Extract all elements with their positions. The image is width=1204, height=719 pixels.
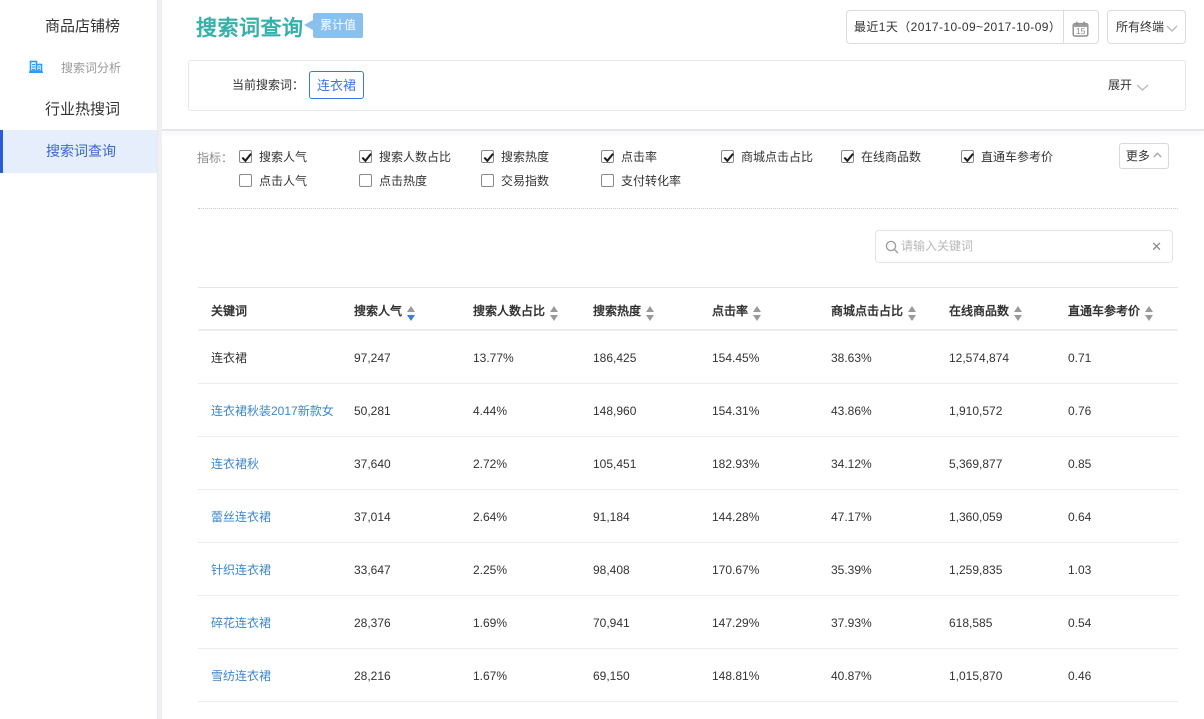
svg-text:15: 15: [1076, 26, 1086, 36]
